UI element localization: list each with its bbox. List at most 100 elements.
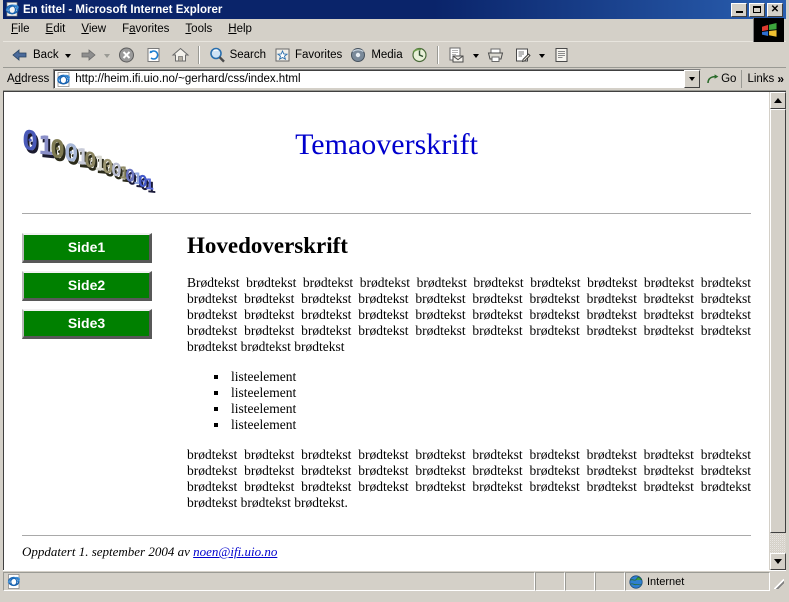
list-item: listeelement <box>229 369 751 385</box>
home-icon <box>170 45 191 65</box>
ie-document-icon <box>7 574 21 589</box>
page-viewport: 0 0 1 1 0 0 0 0 1 1 0 0 1 1 0 0 0 0 1 1 … <box>3 91 786 570</box>
footer-divider <box>22 535 751 537</box>
print-icon <box>485 45 506 65</box>
print-button[interactable] <box>482 44 509 66</box>
menu-item-view[interactable]: View <box>73 21 114 38</box>
page-header: 0 0 1 1 0 0 0 0 1 1 0 0 1 1 0 0 0 0 1 1 … <box>22 106 751 210</box>
paragraph-2: brødtekst brødtekst brødtekst brødtekst … <box>187 447 751 510</box>
go-label: Go <box>721 73 737 85</box>
page-nav: Side1 Side2 Side3 <box>22 233 177 347</box>
scroll-up-button[interactable] <box>770 92 786 109</box>
media-label: Media <box>371 48 403 61</box>
address-input[interactable]: http://heim.ifi.uio.no/~gerhard/css/inde… <box>53 69 702 89</box>
links-button[interactable]: Links » <box>741 70 784 88</box>
favorites-star-icon <box>272 45 293 65</box>
history-button[interactable] <box>406 44 433 66</box>
browser-window: En tittel - Microsoft Internet Explorer … <box>0 0 789 602</box>
discuss-button[interactable] <box>548 44 575 66</box>
stop-icon <box>116 45 137 65</box>
list-item: listeelement <box>229 401 751 417</box>
edit-icon <box>512 45 533 65</box>
nav-button-side3[interactable]: Side3 <box>22 309 152 339</box>
minimize-button[interactable] <box>731 2 747 17</box>
scroll-down-button[interactable] <box>770 553 786 570</box>
bullet-list: listeelement listeelement listeelement l… <box>187 369 751 433</box>
nav-button-side2[interactable]: Side2 <box>22 271 152 301</box>
footer-text: Oppdatert 1. september 2004 av <box>22 544 194 559</box>
header-divider <box>22 213 751 215</box>
status-message-panel <box>3 572 535 591</box>
triangle-down-icon <box>774 559 782 564</box>
chevron-down-icon <box>689 77 696 81</box>
toolbar-separator-2 <box>436 45 439 64</box>
vertical-scrollbar[interactable] <box>769 92 786 570</box>
page-main-content: Hovedoverskrift Brødtekst brødtekst brød… <box>177 233 751 525</box>
chevron-double-right-icon: » <box>777 72 784 86</box>
edit-dropdown-icon[interactable] <box>538 54 545 58</box>
favorites-label: Favorites <box>295 48 343 61</box>
mail-dropdown-icon[interactable] <box>472 54 479 58</box>
mail-button[interactable] <box>443 44 470 66</box>
refresh-icon <box>143 45 164 65</box>
web-page-content: 0 0 1 1 0 0 0 0 1 1 0 0 1 1 0 0 0 0 1 1 … <box>4 92 769 570</box>
page-title: Temaoverskrift <box>295 128 478 161</box>
list-item: listeelement <box>229 385 751 401</box>
toolbar-separator <box>197 45 200 64</box>
list-item: listeelement <box>229 417 751 433</box>
edit-button[interactable] <box>509 44 536 66</box>
forward-button[interactable] <box>74 44 101 66</box>
address-dropdown-button[interactable] <box>684 70 701 88</box>
main-heading: Hovedoverskrift <box>187 233 348 258</box>
links-label: Links <box>747 73 775 85</box>
refresh-button[interactable] <box>140 44 167 66</box>
menu-bar: File Edit View Favorites Tools Help <box>3 18 786 42</box>
scrollbar-track[interactable] <box>770 109 786 553</box>
ie-document-icon <box>56 71 71 87</box>
nav-button-side1[interactable]: Side1 <box>22 233 152 263</box>
svg-text:0: 0 <box>50 134 65 165</box>
media-button[interactable]: Media <box>345 44 405 66</box>
page-body: Side1 Side2 Side3 Hovedoverskrift Brødte… <box>22 233 751 525</box>
resize-grip[interactable] <box>770 572 786 591</box>
status-panel-2 <box>565 572 595 591</box>
paragraph-1: Brødtekst brødtekst brødtekst brødtekst … <box>187 275 751 354</box>
security-zone-label: Internet <box>647 575 685 588</box>
navigation-toolbar: Back Search Favorites Media <box>3 41 786 68</box>
menu-item-favorites[interactable]: Favorites <box>114 21 177 38</box>
search-button[interactable]: Search <box>204 44 269 66</box>
menu-item-file[interactable]: File <box>3 21 38 38</box>
stop-button[interactable] <box>113 44 140 66</box>
triangle-up-icon <box>774 98 782 103</box>
back-button[interactable]: Back <box>7 44 62 66</box>
go-arrow-icon <box>705 72 721 87</box>
svg-text:0: 0 <box>22 125 38 158</box>
arrow-left-icon <box>10 45 31 65</box>
binary-digits-3d-logo: 0 0 1 1 0 0 0 0 1 1 0 0 1 1 0 0 0 0 1 1 … <box>22 106 192 207</box>
status-bar: Internet <box>3 570 786 591</box>
footer-email-link[interactable]: noen@ifi.uio.no <box>193 544 277 559</box>
scrollbar-thumb[interactable] <box>770 109 786 533</box>
address-url-text[interactable]: http://heim.ifi.uio.no/~gerhard/css/inde… <box>75 73 684 85</box>
address-bar: Address http://heim.ifi.uio.no/~gerhard/… <box>3 68 786 91</box>
maximize-button[interactable] <box>749 2 765 17</box>
mail-icon <box>446 45 467 65</box>
favorites-button[interactable]: Favorites <box>269 44 345 66</box>
forward-dropdown-icon[interactable] <box>103 54 110 58</box>
arrow-right-icon <box>77 45 98 65</box>
address-label: Address <box>7 73 50 85</box>
window-title: En tittel - Microsoft Internet Explorer <box>23 3 223 16</box>
security-zone-panel[interactable]: Internet <box>625 572 770 591</box>
back-dropdown-icon[interactable] <box>64 54 71 58</box>
media-icon <box>348 45 369 65</box>
home-button[interactable] <box>167 44 194 66</box>
menu-item-help[interactable]: Help <box>220 21 260 38</box>
svg-text:1: 1 <box>145 175 154 194</box>
menu-item-tools[interactable]: Tools <box>177 21 220 38</box>
go-button[interactable]: Go <box>701 72 741 87</box>
menu-item-edit[interactable]: Edit <box>38 21 74 38</box>
ie-document-icon <box>5 2 20 17</box>
page-footer: Oppdatert 1. september 2004 av noen@ifi.… <box>22 544 751 560</box>
back-label: Back <box>33 48 59 61</box>
close-button[interactable]: ✕ <box>767 2 783 17</box>
